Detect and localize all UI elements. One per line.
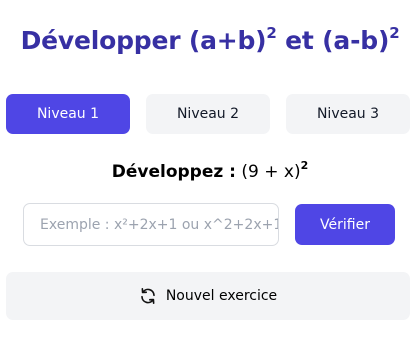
verify-button[interactable]: Vérifier <box>295 204 395 245</box>
new-exercise-label: Nouvel exercice <box>165 288 278 304</box>
prompt-label: Développez : <box>111 162 236 182</box>
new-exercise-button[interactable]: Nouvel exercice <box>6 272 410 320</box>
title-text: Développer (a+b) <box>20 26 267 55</box>
page-title: Développer (a+b)2 et (a-b)2 <box>0 24 420 56</box>
prompt-expression: (9 + x) <box>235 162 301 182</box>
exercise-page: Développer (a+b)2 et (a-b)2 Niveau 1 Niv… <box>0 0 420 347</box>
answer-input[interactable] <box>23 203 279 246</box>
level-selector: Niveau 1 Niveau 2 Niveau 3 <box>6 94 410 134</box>
title-text-2: et (a-b) <box>276 26 390 55</box>
exercise-prompt: Développez : (9 + x)2 <box>0 159 420 182</box>
prompt-exponent: 2 <box>300 159 309 172</box>
refresh-icon <box>139 287 157 305</box>
level-2-button[interactable]: Niveau 2 <box>146 94 270 134</box>
level-1-button[interactable]: Niveau 1 <box>6 94 130 134</box>
title-exponent-2: 2 <box>389 24 400 42</box>
title-exponent-1: 2 <box>266 24 277 42</box>
level-3-button[interactable]: Niveau 3 <box>286 94 410 134</box>
